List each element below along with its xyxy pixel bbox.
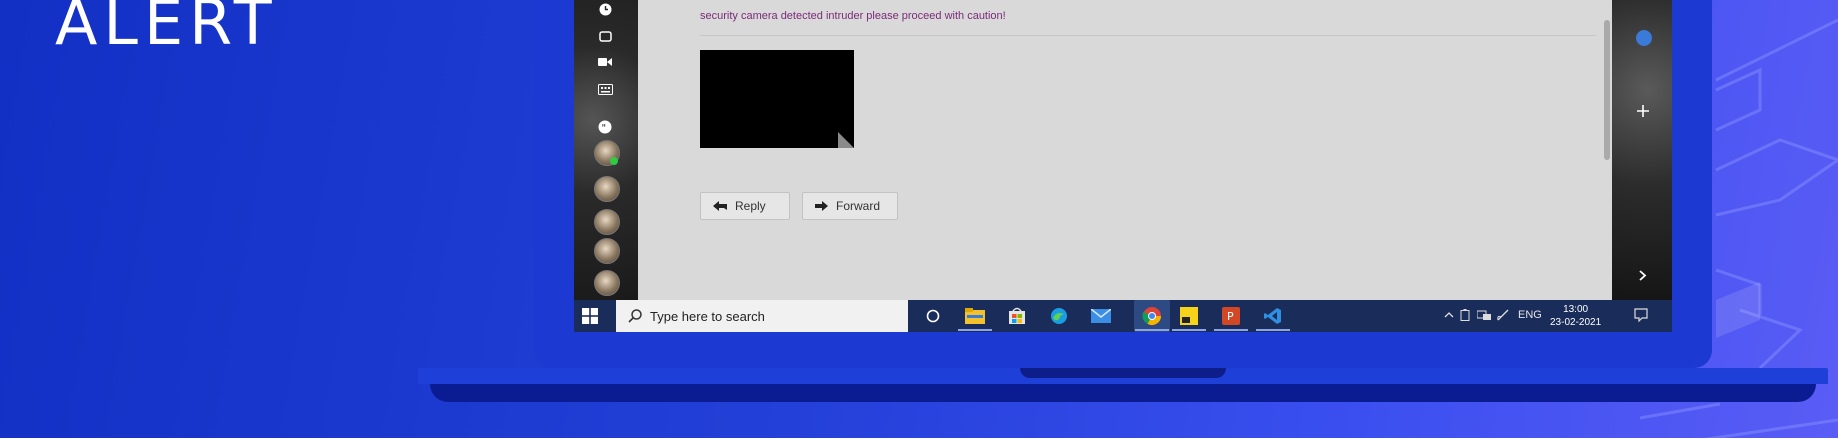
language-indicator[interactable]: ENG (1518, 309, 1542, 321)
page-fold-corner (838, 132, 854, 148)
forward-button[interactable]: Forward (802, 192, 898, 220)
sticky-notes-icon[interactable] (1178, 306, 1200, 326)
laptop-screen: " security camera detected intruder plea… (574, 0, 1672, 332)
svg-text:P: P (1227, 310, 1234, 323)
message-divider (700, 35, 1596, 36)
vscode-icon[interactable] (1262, 306, 1284, 326)
plus-icon[interactable] (1634, 102, 1652, 120)
bottom-border (0, 438, 1838, 442)
svg-text:": " (602, 123, 607, 134)
reply-button[interactable]: Reply (700, 192, 790, 220)
network-icon[interactable] (1476, 309, 1491, 323)
active-app-indicator (1135, 329, 1169, 331)
clock-time: 13:00 (1563, 304, 1589, 315)
contact-avatar[interactable] (594, 238, 620, 264)
left-app-rail: " (574, 0, 638, 300)
email-scrollbar[interactable] (1604, 20, 1610, 160)
search-icon (628, 309, 642, 323)
contact-avatar[interactable] (594, 209, 620, 235)
task-view-icon[interactable] (922, 306, 944, 326)
contact-avatar[interactable] (594, 176, 620, 202)
quote-icon[interactable]: " (596, 120, 614, 134)
clock-date: 23-02-2021 (1550, 317, 1602, 328)
email-view: security camera detected intruder please… (638, 0, 1612, 300)
video-camera-icon[interactable] (596, 55, 614, 69)
online-status-dot (610, 157, 618, 165)
laptop-base-bottom (430, 384, 1816, 402)
battery-icon[interactable] (1460, 309, 1470, 324)
alert-headline: ALERT (55, 0, 278, 59)
search-placeholder: Type here to search (650, 308, 765, 324)
chevron-up-icon[interactable] (1444, 309, 1454, 321)
reply-arrow-icon (713, 201, 727, 211)
windows-taskbar: Type here to search P ENG 13:00 23-02-20… (574, 300, 1672, 332)
taskbar-clock[interactable]: 13:00 23-02-2021 (1550, 303, 1601, 329)
reply-label: Reply (735, 199, 766, 213)
taskbar-search-input[interactable]: Type here to search (616, 300, 908, 332)
mail-icon[interactable] (1090, 306, 1112, 326)
email-message: security camera detected intruder please… (700, 10, 1006, 22)
forward-arrow-icon (815, 201, 828, 211)
chevron-right-icon[interactable] (1634, 266, 1652, 284)
image-attachment[interactable] (700, 50, 854, 148)
chrome-icon[interactable] (1134, 300, 1170, 332)
forward-label: Forward (836, 199, 881, 213)
laptop-hinge-notch (1020, 368, 1226, 378)
active-app-indicator (1256, 329, 1290, 331)
notification-icon[interactable] (1634, 308, 1648, 325)
chat-icon[interactable] (596, 30, 614, 44)
keyboard-icon[interactable] (596, 82, 614, 96)
profile-icon[interactable] (1636, 30, 1652, 46)
pen-icon[interactable] (1497, 309, 1509, 324)
contact-avatar[interactable] (594, 270, 620, 296)
microsoft-store-icon[interactable] (1006, 306, 1028, 326)
powerpoint-icon[interactable]: P (1220, 306, 1242, 326)
active-app-indicator (1172, 329, 1206, 331)
active-app-indicator (958, 329, 992, 331)
active-app-indicator (1214, 329, 1248, 331)
right-side-panel (1612, 0, 1672, 300)
file-explorer-icon[interactable] (964, 306, 986, 326)
edge-browser-icon[interactable] (1048, 306, 1070, 326)
clock-icon[interactable] (596, 2, 614, 16)
windows-start-button[interactable] (582, 308, 598, 324)
